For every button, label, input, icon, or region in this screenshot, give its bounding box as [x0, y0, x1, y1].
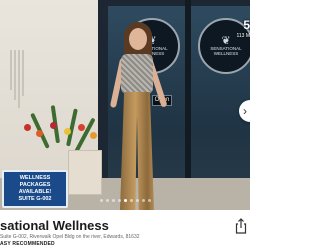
recommended-badge-label: ASY RECOMMENDED [0, 241, 55, 247]
storefront-sign-right-text: SENSATIONAL WELLNESS [210, 46, 242, 57]
recommended-badge: ASY RECOMMENDED [0, 241, 55, 247]
planter-pot [68, 150, 102, 195]
person-figure [109, 22, 168, 210]
carousel-dot[interactable] [124, 199, 127, 202]
carousel-dot[interactable] [118, 199, 121, 202]
carousel-dot[interactable] [148, 199, 151, 202]
photo-overlay-subtext: 113 M [236, 33, 250, 39]
wellness-sign-line3: SUITE G-002 [18, 195, 52, 202]
carousel-dot[interactable] [112, 199, 115, 202]
wellness-sign-line1: WELLNESS PACKAGES [19, 175, 51, 189]
chevron-right-icon: › [243, 104, 247, 118]
listing-info: sational Wellness Suite G-002, Riverwalk… [0, 210, 250, 250]
share-button[interactable] [234, 218, 248, 234]
carousel-dot[interactable] [136, 199, 139, 202]
carousel-dot[interactable] [142, 199, 145, 202]
carousel-dot[interactable] [100, 199, 103, 202]
share-icon [235, 218, 247, 234]
listing-photo[interactable]: ❦ SENSATIONAL WELLNESS ❦ SENSATIONAL WEL… [0, 0, 250, 210]
listing-address: Suite G-002, Riverwalk Opel Bldg on the … [0, 234, 140, 240]
wellness-sign-line2: AVAILABLE! [18, 189, 52, 195]
carousel-dots [100, 199, 151, 202]
carousel-dot[interactable] [130, 199, 133, 202]
carousel-dot[interactable] [106, 199, 109, 202]
wellness-packages-sign: WELLNESS PACKAGES AVAILABLE! SUITE G-002 [2, 170, 68, 208]
listing-title[interactable]: sational Wellness [0, 218, 109, 233]
photo-overlay-number: 5 [243, 18, 250, 32]
